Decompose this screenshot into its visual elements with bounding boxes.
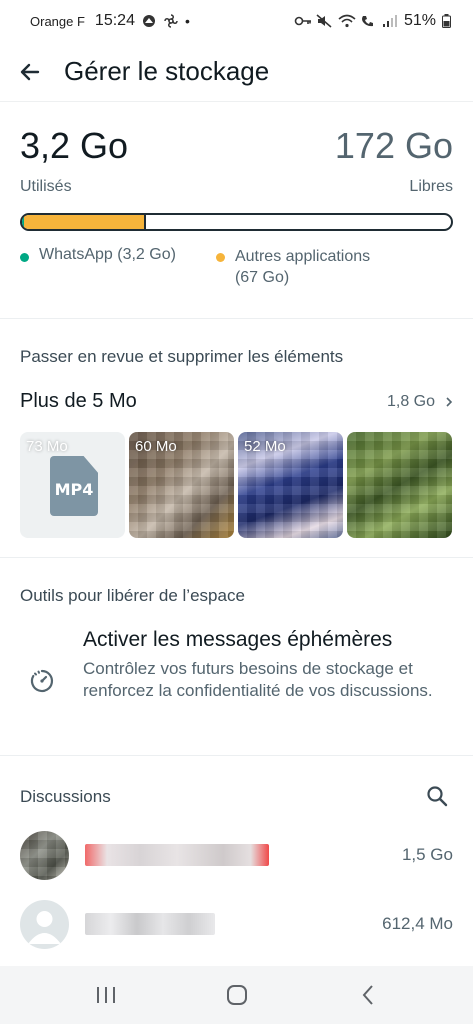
wifi-icon xyxy=(338,14,356,28)
key-icon xyxy=(294,14,311,28)
whatsapp-dot-icon xyxy=(20,253,29,262)
home-button[interactable] xyxy=(217,975,257,1015)
media-thumbnail[interactable]: 52 Mo xyxy=(238,432,343,538)
disappearing-messages-row[interactable]: Activer les messages éphémères Contrôlez… xyxy=(20,628,453,702)
avatar xyxy=(20,899,69,949)
chevron-right-icon xyxy=(446,396,453,407)
system-navigation-bar xyxy=(0,966,473,1024)
legend-other-size: (67 Go) xyxy=(234,269,290,286)
blurred-image xyxy=(347,432,452,538)
media-thumbnail[interactable] xyxy=(347,432,452,538)
divider xyxy=(0,557,473,558)
page-title: Gérer le stockage xyxy=(64,56,270,86)
dot-icon: • xyxy=(184,13,190,29)
fan-icon xyxy=(163,14,179,28)
chat-storage-size: 612,4 Mo xyxy=(382,914,453,933)
app-bar: Gérer le stockage xyxy=(0,42,473,102)
blurred-chat-name xyxy=(85,913,215,935)
carrier-label: Orange F xyxy=(30,13,85,29)
other-apps-usage-segment xyxy=(24,215,146,229)
free-storage-label: Libres xyxy=(409,178,453,195)
legend-other-label: Autres applications xyxy=(234,248,371,265)
chevron-left-icon xyxy=(362,985,373,1005)
arrow-left-icon xyxy=(20,63,40,80)
free-storage-value: 172 Go xyxy=(334,125,453,166)
media-thumbnail[interactable]: 60 Mo xyxy=(129,432,234,538)
recent-apps-button[interactable] xyxy=(86,975,126,1015)
legend-whatsapp-label: WhatsApp (3,2 Go) xyxy=(39,246,176,263)
storage-usage-bar xyxy=(20,213,453,231)
chat-storage-size: 1,5 Go xyxy=(401,845,453,864)
other-apps-dot-icon xyxy=(215,253,225,262)
divider xyxy=(0,318,473,319)
large-files-row[interactable]: Plus de 5 Mo 1,8 Go xyxy=(20,390,453,413)
battery-icon xyxy=(442,14,451,28)
large-files-size: 1,8 Go xyxy=(386,392,435,410)
search-button[interactable] xyxy=(421,780,453,812)
thumbnail-size: 52 Mo xyxy=(244,438,286,455)
large-files-label: Plus de 5 Mo xyxy=(20,390,137,412)
back-button[interactable] xyxy=(0,42,60,102)
thumbnail-size: 73 Mo xyxy=(26,438,68,455)
recent-apps-icon xyxy=(96,987,115,1003)
chat-row[interactable]: 1,5 Go xyxy=(20,830,453,880)
notification-icon xyxy=(141,14,157,28)
blurred-chat-name xyxy=(85,844,269,866)
default-user-icon xyxy=(28,910,61,944)
signal-icon xyxy=(382,14,398,28)
disappearing-messages-description: Contrôlez vos futurs besoins de stockage… xyxy=(83,659,433,700)
system-back-button[interactable] xyxy=(348,975,388,1015)
media-thumbnail[interactable]: MP4 73 Mo xyxy=(20,432,125,538)
disappearing-messages-title: Activer les messages éphémères xyxy=(83,628,393,651)
status-time: 15:24 xyxy=(94,12,135,29)
avatar xyxy=(20,830,69,880)
wifi-call-icon xyxy=(360,14,376,28)
timer-icon xyxy=(30,669,54,693)
discussions-section-title: Discussions xyxy=(20,787,111,806)
review-section-title: Passer en revue et supprimer les élément… xyxy=(20,347,344,366)
file-type-label: MP4 xyxy=(54,480,94,499)
thumbnail-size: 60 Mo xyxy=(135,438,177,455)
divider xyxy=(0,755,473,756)
large-files-thumbnails: MP4 73 Mo 60 Mo 52 Mo xyxy=(20,432,453,538)
search-icon xyxy=(427,786,448,807)
storage-legend: WhatsApp (3,2 Go) Autres applications (6… xyxy=(20,246,453,288)
home-icon xyxy=(226,985,247,1005)
mute-icon xyxy=(316,14,332,28)
storage-usage-summary: 3,2 Go 172 Go Utilisés Libres xyxy=(20,128,453,196)
chat-row[interactable]: 612,4 Mo xyxy=(20,899,453,949)
used-storage-value: 3,2 Go xyxy=(20,125,129,166)
legend-whatsapp: WhatsApp (3,2 Go) xyxy=(20,246,176,288)
battery-percent: 51% xyxy=(403,12,436,29)
legend-other-apps: Autres applications (67 Go) xyxy=(215,246,406,288)
status-bar: Orange F 15:24 • 51% xyxy=(0,0,473,42)
tools-section-title: Outils pour libérer de l’espace xyxy=(20,586,245,605)
used-storage-label: Utilisés xyxy=(20,178,72,195)
blurred-image xyxy=(20,830,69,880)
